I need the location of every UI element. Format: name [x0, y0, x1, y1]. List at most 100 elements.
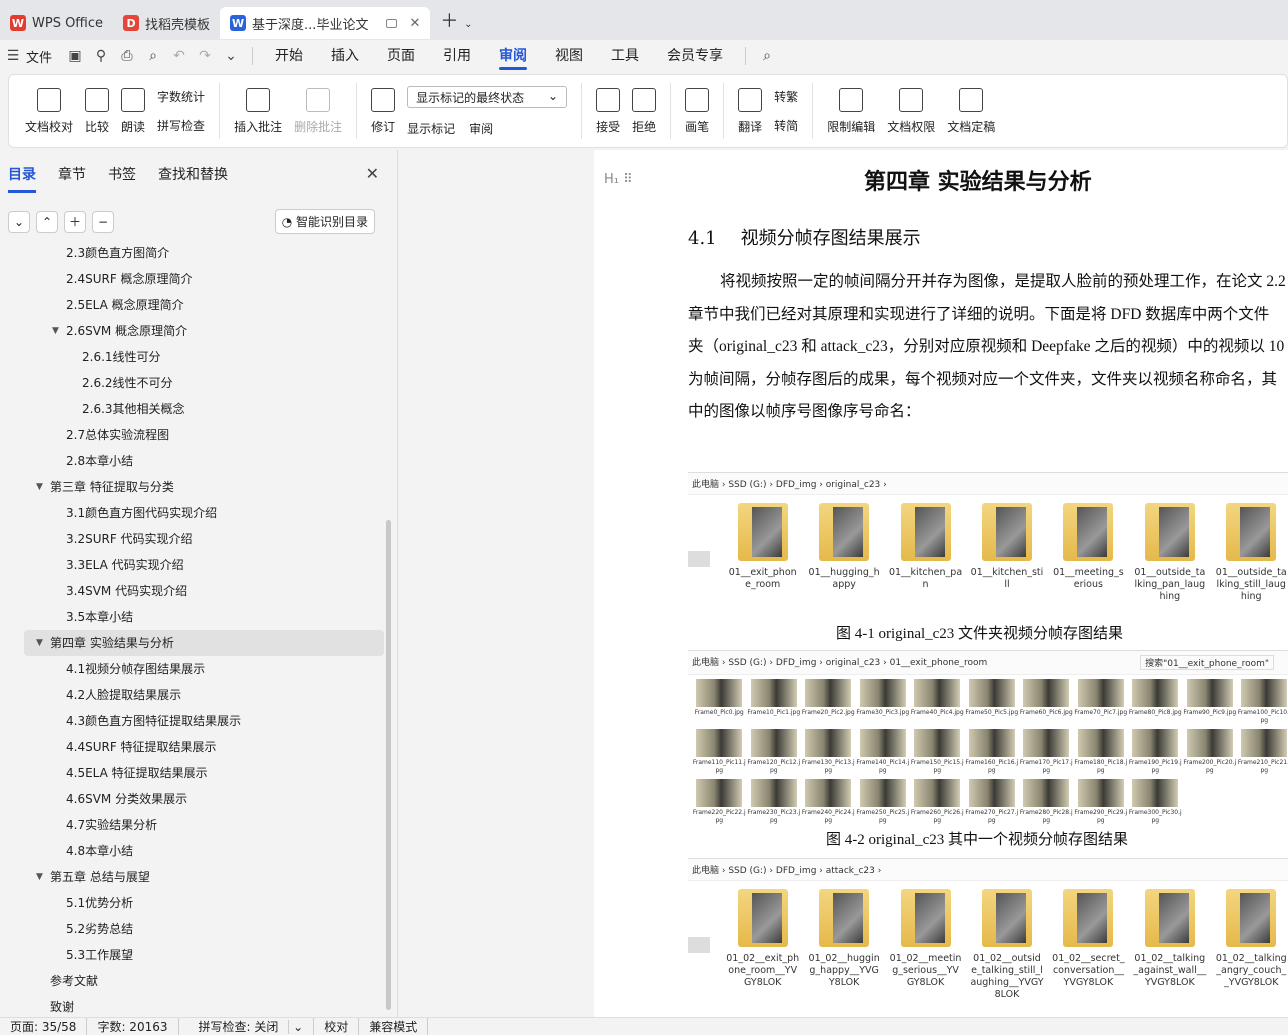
- frame-file[interactable]: Frame110_Pic11.jpg: [692, 729, 747, 775]
- frame-file[interactable]: Frame50_Pic5.jpg: [965, 679, 1020, 725]
- page-indicator[interactable]: 页面: 35/58: [0, 1018, 88, 1035]
- tab-wps-office[interactable]: W WPS Office: [0, 7, 113, 39]
- to-traditional-button[interactable]: 转繁: [774, 88, 798, 105]
- tab-bookmarks[interactable]: 书签: [108, 164, 136, 193]
- tab-find-replace[interactable]: 查找和替换: [158, 164, 228, 193]
- scrollbar[interactable]: [386, 520, 391, 1010]
- folder-item[interactable]: 01_02__talking_against_wall__YVGY8LOK: [1133, 889, 1206, 1001]
- toc-item[interactable]: 5.1优势分析: [0, 890, 398, 916]
- menu-icon[interactable]: ☰: [0, 48, 26, 64]
- toc-item[interactable]: 参考文献: [0, 968, 398, 994]
- toc-item[interactable]: ▼ 第五章 总结与展望: [0, 864, 398, 890]
- expand-arrow-icon[interactable]: ▼: [36, 630, 43, 656]
- frame-file[interactable]: Frame210_Pic21.jpg: [1237, 729, 1288, 775]
- frame-file[interactable]: Frame180_Pic18.jpg: [1074, 729, 1129, 775]
- revise-button[interactable]: 修订: [371, 87, 395, 135]
- show-marks-button[interactable]: 显示标记: [407, 120, 455, 137]
- toc-item[interactable]: 4.3颜色直方图特征提取结果展示: [0, 708, 398, 734]
- expand-arrow-icon[interactable]: ▼: [36, 864, 43, 890]
- review-pane-button[interactable]: 审阅: [469, 120, 493, 137]
- folder-item[interactable]: 01__kitchen_still: [970, 503, 1043, 603]
- toc-item[interactable]: 2.5ELA 概念原理简介: [0, 292, 398, 318]
- proof-button[interactable]: 校对: [314, 1018, 360, 1035]
- menu-reference[interactable]: 引用: [429, 40, 485, 72]
- menu-review[interactable]: 审阅: [485, 40, 541, 72]
- frame-file[interactable]: Frame70_Pic7.jpg: [1074, 679, 1129, 725]
- toc-item[interactable]: 2.7总体实验流程图: [0, 422, 398, 448]
- toc-item[interactable]: 4.2人脸提取结果展示: [0, 682, 398, 708]
- frame-file[interactable]: Frame80_Pic8.jpg: [1128, 679, 1183, 725]
- folder-item[interactable]: 01__kitchen_pan: [889, 503, 962, 603]
- toc-item[interactable]: 4.6SVM 分类效果展示: [0, 786, 398, 812]
- tab-toc[interactable]: 目录: [8, 164, 36, 193]
- finalize-button[interactable]: 文档定稿: [947, 87, 995, 135]
- toc-item[interactable]: 致谢: [0, 994, 398, 1017]
- redo-icon[interactable]: ↷: [192, 48, 218, 64]
- frame-file[interactable]: Frame140_Pic14.jpg: [856, 729, 911, 775]
- toc-item[interactable]: 2.6.2线性不可分: [0, 370, 398, 396]
- insert-comment-button[interactable]: 插入批注: [234, 87, 282, 135]
- frame-file[interactable]: Frame130_Pic13.jpg: [801, 729, 856, 775]
- frame-file[interactable]: Frame20_Pic2.jpg: [801, 679, 856, 725]
- tab-document[interactable]: W 基于深度...毕业论文 ✕: [220, 7, 431, 39]
- compare-button[interactable]: 比较: [85, 87, 109, 135]
- frame-file[interactable]: Frame280_Pic28.jpg: [1019, 779, 1074, 825]
- toc-item[interactable]: 4.4SURF 特征提取结果展示: [0, 734, 398, 760]
- frame-file[interactable]: Frame250_Pic25.jpg: [856, 779, 911, 825]
- toc-item[interactable]: ▼ 第三章 特征提取与分类: [0, 474, 398, 500]
- frame-file[interactable]: Frame120_Pic12.jpg: [747, 729, 802, 775]
- toc-item[interactable]: 2.6.1线性可分: [0, 344, 398, 370]
- folder-item[interactable]: 01__meeting_serious: [1052, 503, 1125, 603]
- toc-item[interactable]: 3.1颜色直方图代码实现介绍: [0, 500, 398, 526]
- close-icon[interactable]: ✕: [409, 16, 420, 31]
- frame-file[interactable]: Frame40_Pic4.jpg: [910, 679, 965, 725]
- folder-item[interactable]: 01__outside_talking_still_laughing: [1215, 503, 1288, 603]
- folder-item[interactable]: 01_02__hugging_happy__YVGY8LOK: [807, 889, 880, 1001]
- restore-icon[interactable]: [386, 18, 398, 28]
- toc-item[interactable]: 2.6.3其他相关概念: [0, 396, 398, 422]
- heading-handle-icon[interactable]: H₁ ⠿: [604, 172, 633, 187]
- frame-file[interactable]: Frame10_Pic1.jpg: [747, 679, 802, 725]
- doc-permission-button[interactable]: 文档权限: [887, 87, 935, 135]
- frame-file[interactable]: Frame160_Pic16.jpg: [965, 729, 1020, 775]
- doc-check-button[interactable]: 文档校对: [25, 87, 73, 135]
- frame-file[interactable]: Frame100_Pic10.jpg: [1237, 679, 1288, 725]
- pen-button[interactable]: 画笔: [685, 87, 709, 135]
- frame-file[interactable]: Frame260_Pic26.jpg: [910, 779, 965, 825]
- spell-check-button[interactable]: 拼写检查: [157, 117, 205, 134]
- toc-item[interactable]: 3.4SVM 代码实现介绍: [0, 578, 398, 604]
- toc-item[interactable]: 4.8本章小结: [0, 838, 398, 864]
- menu-page[interactable]: 页面: [373, 40, 429, 72]
- toc-item[interactable]: 2.8本章小结: [0, 448, 398, 474]
- more-icon[interactable]: ⌄: [218, 48, 244, 64]
- word-count-button[interactable]: 字数统计: [157, 88, 205, 105]
- search-icon[interactable]: ⌕: [754, 48, 780, 64]
- folder-item[interactable]: 01__exit_phone_room: [726, 503, 799, 603]
- toc-item[interactable]: 2.3颜色直方图简介: [0, 240, 398, 266]
- toc-item[interactable]: 4.1视频分帧存图结果展示: [0, 656, 398, 682]
- frame-file[interactable]: Frame290_Pic29.jpg: [1074, 779, 1129, 825]
- markup-display-select[interactable]: 显示标记的最终状态 ⌄: [407, 85, 568, 108]
- word-count[interactable]: 字数: 20163: [87, 1018, 179, 1035]
- folder-item[interactable]: 01__outside_talking_pan_laughing: [1133, 503, 1206, 603]
- frame-file[interactable]: Frame60_Pic6.jpg: [1019, 679, 1074, 725]
- toc-item[interactable]: 5.2劣势总结: [0, 916, 398, 942]
- menu-home[interactable]: 开始: [261, 40, 317, 72]
- smart-toc-button[interactable]: ◔ 智能识别目录: [274, 209, 375, 234]
- close-icon[interactable]: ✕: [366, 164, 379, 183]
- menu-tools[interactable]: 工具: [597, 40, 653, 72]
- read-aloud-button[interactable]: 朗读: [121, 87, 145, 135]
- print-icon[interactable]: ⎙: [114, 48, 140, 64]
- menu-insert[interactable]: 插入: [317, 40, 373, 72]
- frame-file[interactable]: Frame300_Pic30.jpg: [1128, 779, 1183, 825]
- undo-icon[interactable]: ↶: [166, 48, 192, 64]
- frame-file[interactable]: Frame230_Pic23.jpg: [747, 779, 802, 825]
- accept-button[interactable]: 接受: [596, 87, 620, 135]
- toc-item[interactable]: 5.3工作展望: [0, 942, 398, 968]
- spell-check-status[interactable]: 拼写检查: 关闭 ⌄: [179, 1018, 315, 1035]
- folder-item[interactable]: 01_02__meeting_serious__YVGY8LOK: [889, 889, 962, 1001]
- folder-item[interactable]: 01_02__talking_angry_couch__YVGY8LOK: [1215, 889, 1288, 1001]
- toc-item[interactable]: ▼ 第四章 实验结果与分析: [24, 630, 384, 656]
- frame-file[interactable]: Frame220_Pic22.jpg: [692, 779, 747, 825]
- reject-button[interactable]: 拒绝: [632, 87, 656, 135]
